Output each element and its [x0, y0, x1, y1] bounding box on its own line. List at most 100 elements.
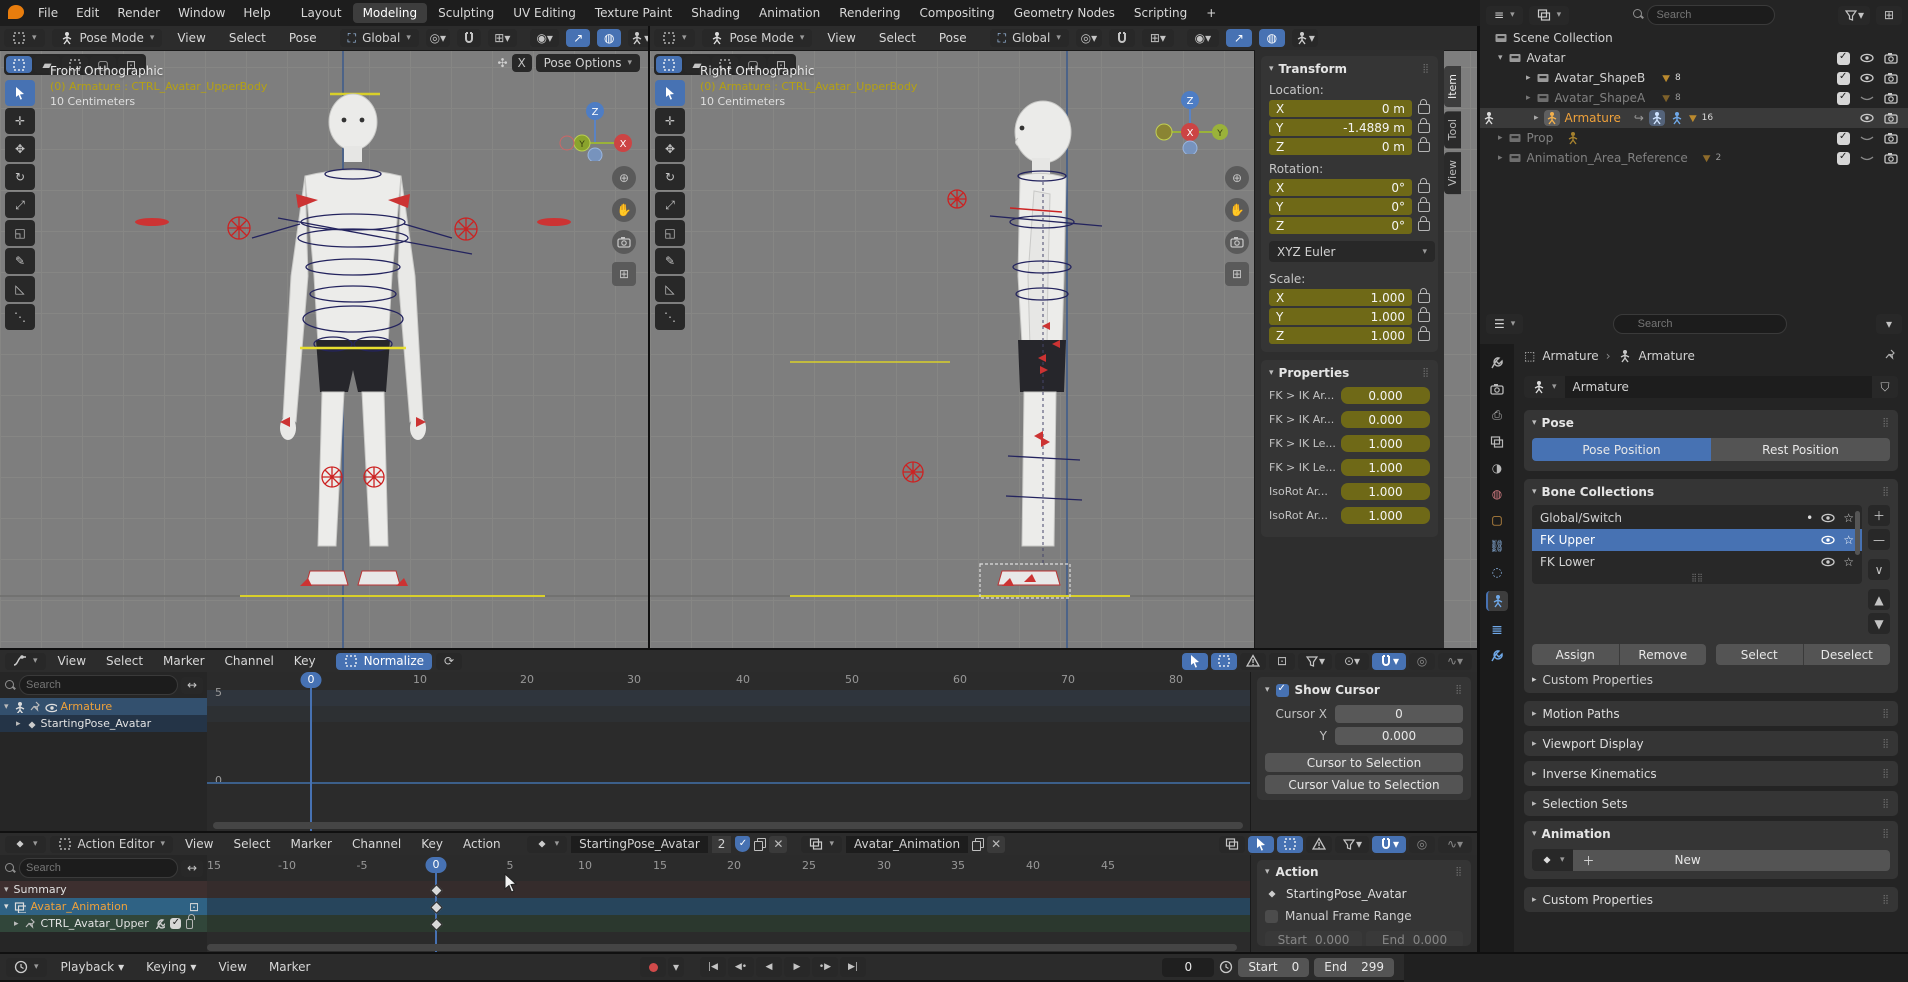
outliner-row-armature[interactable]: ▸ Armature ↪ ▼16 [1480, 108, 1908, 128]
zoom-icon[interactable]: ⊕ [612, 166, 636, 190]
expand-icon[interactable]: ▸ [1534, 113, 1539, 123]
action-name-field[interactable]: StartingPose_Avatar [571, 836, 708, 853]
hide-eye-icon[interactable] [1860, 111, 1874, 125]
collapse-icon[interactable]: ▾ [1532, 487, 1537, 497]
pose-position-button[interactable]: Pose Position [1532, 438, 1711, 461]
camera-visibility-icon[interactable] [1884, 151, 1898, 165]
solo-star-icon[interactable]: ☆ [1843, 555, 1854, 569]
proportional-edit-icon[interactable]: ◎ [1409, 653, 1435, 670]
snap-magnet-toggle[interactable] [1109, 29, 1135, 47]
breadcrumb-data[interactable]: Armature [1639, 349, 1695, 363]
outliner-row-animation-area-reference[interactable]: ▸ Animation_Area_Reference ▼2 [1480, 148, 1908, 168]
menu-view[interactable]: View [50, 654, 94, 668]
cursor-to-selection-button[interactable]: Cursor to Selection [1265, 753, 1463, 772]
camera-visibility-icon[interactable] [1884, 131, 1898, 145]
location-y-field[interactable]: Y-1.4889 m [1269, 119, 1412, 136]
easing-dropdown[interactable]: ∿▾ [1438, 836, 1472, 853]
editor-type-dopesheet[interactable]: ▾ [5, 836, 46, 853]
tool-breakdowner[interactable]: ⋱ [655, 304, 685, 330]
panel-inverse-kinematics[interactable]: ▸Inverse Kinematics⣿ [1524, 761, 1898, 786]
menu-marker[interactable]: Marker [283, 837, 340, 851]
move-view-icon[interactable]: ✋ [1225, 198, 1249, 222]
cursor-value-to-selection-button[interactable]: Cursor Value to Selection [1265, 775, 1463, 794]
lock-icon[interactable] [1418, 183, 1430, 193]
snap-dropdown[interactable]: ▾ [1372, 836, 1406, 853]
graph-playhead[interactable] [310, 672, 312, 833]
channel-enable-checkbox[interactable] [170, 918, 181, 929]
hide-eye-icon[interactable] [1860, 51, 1874, 65]
hide-eye-closed-icon[interactable] [1860, 151, 1874, 165]
current-frame-badge[interactable]: 0 [426, 857, 447, 873]
move-down-button[interactable]: ▼ [1868, 613, 1890, 634]
tool-scale[interactable]: ⤢ [5, 192, 35, 218]
location-z-field[interactable]: Z0 m [1269, 138, 1412, 155]
menu-channel[interactable]: Channel [217, 654, 282, 668]
tab-output-icon[interactable]: ⎙ [1492, 408, 1502, 423]
scale-x-field[interactable]: X1.000 [1269, 289, 1412, 306]
camera-visibility-icon[interactable] [1884, 111, 1898, 125]
overlays-toggle[interactable]: ◍ [1259, 29, 1285, 47]
graph-h-scrollbar[interactable] [213, 822, 1243, 829]
location-x-field[interactable]: X0 m [1269, 100, 1412, 117]
tab-viewlayer-icon[interactable] [1490, 435, 1504, 449]
rotation-z-field[interactable]: Z0° [1269, 217, 1412, 234]
id-name-field[interactable]: Armature [1565, 376, 1872, 398]
play-reverse-button[interactable]: ◀ [756, 957, 782, 977]
menu-channel[interactable]: Channel [344, 837, 409, 851]
auto-keying-dropdown[interactable]: ▾ [668, 957, 684, 977]
gizmos-toggle[interactable]: ↗ [1226, 29, 1252, 47]
tool-annotate[interactable]: ✎ [655, 248, 685, 274]
show-errors-warning-icon[interactable] [1306, 836, 1332, 853]
hide-eye-closed-icon[interactable] [1860, 91, 1874, 105]
orientation-dropdown[interactable]: ⛶Global▾ [990, 29, 1069, 47]
tool-move[interactable]: ✥ [5, 136, 35, 162]
channel-startingpose-avatar[interactable]: ▸ StartingPose_Avatar [0, 715, 207, 732]
lock-icon[interactable] [1418, 202, 1430, 212]
dopesheet-mode-dropdown[interactable]: Action Editor▾ [50, 836, 173, 853]
menu-render[interactable]: Render [109, 6, 168, 20]
hide-eye-icon[interactable] [1860, 71, 1874, 85]
tool-select[interactable] [655, 80, 685, 106]
properties-search-input[interactable] [1613, 314, 1787, 334]
tool-measure[interactable]: ◺ [655, 276, 685, 302]
prop-slider[interactable]: 1.000 [1341, 435, 1430, 452]
slot-dropdown[interactable]: ▾ [801, 836, 842, 853]
tab-texture-paint[interactable]: Texture Paint [587, 6, 680, 20]
collapse-icon[interactable]: ▾ [1532, 418, 1537, 428]
tab-uv-editing[interactable]: UV Editing [505, 6, 584, 20]
play-button[interactable]: ▶ [784, 957, 810, 977]
ortho-toggle-icon[interactable]: ⊞ [1225, 262, 1249, 286]
normalize-toggle[interactable]: Normalize [336, 653, 432, 670]
select-button[interactable]: Select [1716, 644, 1803, 665]
select-tweak-button[interactable] [656, 56, 682, 73]
tab-animation[interactable]: Animation [751, 6, 828, 20]
action-users-count[interactable]: 2 [712, 836, 732, 853]
expand-icon[interactable]: ▸ [1526, 73, 1531, 83]
easing-dropdown[interactable]: ∿▾ [1438, 653, 1472, 670]
breadcrumb-object[interactable]: Armature [1542, 349, 1598, 363]
remove-button[interactable]: Remove [1619, 644, 1707, 665]
pin-icon[interactable] [29, 701, 41, 713]
solo-star-icon[interactable]: ☆ [1843, 533, 1854, 547]
dope-h-scrollbar[interactable] [207, 944, 1237, 951]
overlays-toggle[interactable]: ◍ [597, 29, 621, 47]
orientation-dropdown[interactable]: ⛶Global▾ [340, 29, 419, 47]
tab-physics-icon[interactable]: ◌ [1492, 565, 1502, 579]
filter-invert-icon[interactable]: ↔ [181, 677, 203, 694]
prop-slider[interactable]: 1.000 [1341, 507, 1430, 524]
outliner-display-mode[interactable]: ≡▾ [1486, 6, 1523, 25]
only-selected-cursor-icon[interactable] [1182, 653, 1208, 670]
tab-layout[interactable]: Layout [293, 6, 350, 20]
scale-z-field[interactable]: Z1.000 [1269, 327, 1412, 344]
panel-grip[interactable]: ⣿ [1882, 418, 1890, 428]
show-cursor-checkbox[interactable] [1276, 684, 1289, 697]
menu-key[interactable]: Key [413, 837, 451, 851]
tab-scripting[interactable]: Scripting [1126, 6, 1195, 20]
mode-dropdown[interactable]: Pose Mode▾ [52, 29, 163, 47]
remove-bone-collection-button[interactable]: — [1868, 529, 1890, 550]
move-view-icon[interactable]: ✋ [612, 198, 636, 222]
action-name[interactable]: StartingPose_Avatar [1286, 887, 1407, 901]
axis-gizmo[interactable]: Z X Y [555, 81, 635, 161]
snap-magnet-toggle[interactable] [457, 29, 481, 47]
camera-visibility-icon[interactable] [1884, 51, 1898, 65]
